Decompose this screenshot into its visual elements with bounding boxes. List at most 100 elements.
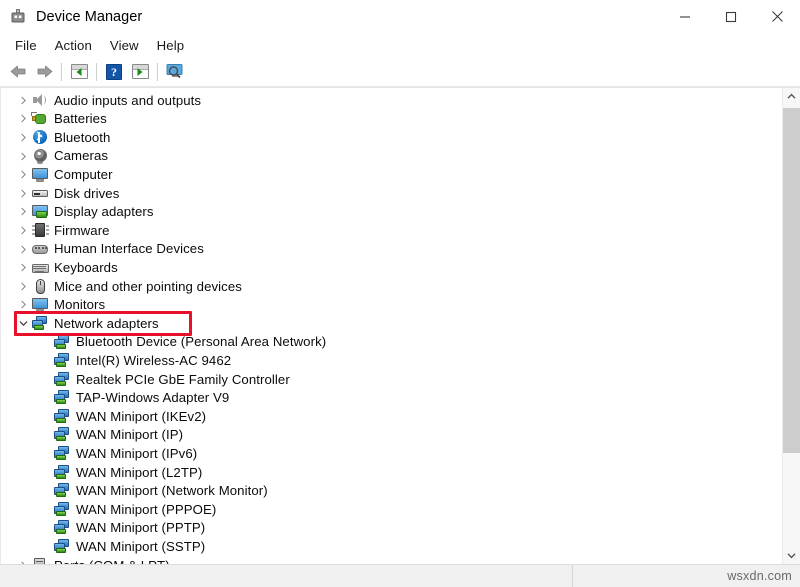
expand-chevron-icon[interactable] (15, 114, 31, 123)
tree-item-wan-miniport-ikev2[interactable]: WAN Miniport (IKEv2) (1, 407, 782, 426)
title-bar: Device Manager (0, 0, 800, 33)
tree-item-label: WAN Miniport (PPPOE) (76, 503, 216, 516)
maximize-button[interactable] (708, 0, 754, 33)
device-tree[interactable]: Audio inputs and outputs Batteries Bluetoo… (0, 88, 782, 564)
up-one-level-button[interactable] (66, 60, 92, 84)
tree-item-batteries[interactable]: Batteries (1, 110, 782, 129)
tree-item-cameras[interactable]: Cameras (1, 147, 782, 166)
tree-item-wan-miniport-sstp[interactable]: WAN Miniport (SSTP) (1, 537, 782, 556)
display-adapter-icon (31, 204, 49, 220)
tree-item-wan-miniport-ipv6[interactable]: WAN Miniport (IPv6) (1, 444, 782, 463)
bluetooth-icon (31, 129, 49, 145)
expand-chevron-icon[interactable] (15, 133, 31, 142)
menu-action[interactable]: Action (46, 36, 101, 55)
menu-help[interactable]: Help (148, 36, 194, 55)
tree-item-audio-inputs-and-outputs[interactable]: Audio inputs and outputs (1, 91, 782, 110)
tree-item-realtek-pcie-gbe-family-controller[interactable]: Realtek PCIe GbE Family Controller (1, 370, 782, 389)
collapse-chevron-icon[interactable] (15, 320, 31, 327)
tree-item-label: Display adapters (54, 205, 154, 218)
close-button[interactable] (754, 0, 800, 33)
maximize-icon (725, 11, 737, 23)
scan-hardware-changes-button[interactable] (162, 60, 188, 84)
help-button[interactable]: ? (101, 60, 127, 84)
network-adapter-icon (53, 446, 71, 462)
expand-chevron-icon[interactable] (15, 245, 31, 254)
device-manager-icon (9, 8, 27, 26)
network-adapter-icon (53, 501, 71, 517)
up-level-icon (71, 64, 88, 79)
menu-view[interactable]: View (101, 36, 148, 55)
tree-item-bluetooth[interactable]: Bluetooth (1, 128, 782, 147)
expand-chevron-icon[interactable] (15, 226, 31, 235)
tree-item-label: Human Interface Devices (54, 242, 204, 255)
network-adapter-icon (31, 315, 49, 331)
tree-item-intel-r-wireless-ac-9462[interactable]: Intel(R) Wireless-AC 9462 (1, 351, 782, 370)
tree-item-label: WAN Miniport (PPTP) (76, 521, 205, 534)
toolbar-separator (61, 63, 62, 81)
scrollbar-thumb[interactable] (783, 108, 800, 453)
tree-item-label: Firmware (54, 224, 110, 237)
tree-item-human-interface-devices[interactable]: Human Interface Devices (1, 240, 782, 259)
content-area: Audio inputs and outputs Batteries Bluetoo… (0, 87, 800, 564)
tree-item-label: Bluetooth (54, 131, 110, 144)
scroll-up-button[interactable] (783, 88, 800, 105)
tree-item-mice-and-other-pointing-devices[interactable]: Mice and other pointing devices (1, 277, 782, 296)
tree-item-network-adapters[interactable]: Network adapters (1, 314, 782, 333)
tree-item-wan-miniport-pppoe[interactable]: WAN Miniport (PPPOE) (1, 500, 782, 519)
tree-item-label: Realtek PCIe GbE Family Controller (76, 373, 290, 386)
tree-item-disk-drives[interactable]: Disk drives (1, 184, 782, 203)
status-bar: wsxdn.com (0, 564, 800, 587)
toolbar: ? (0, 57, 800, 87)
tree-item-wan-miniport-l2tp[interactable]: WAN Miniport (L2TP) (1, 463, 782, 482)
vertical-scrollbar[interactable] (782, 88, 800, 564)
monitor-icon (31, 297, 49, 313)
tree-item-label: Batteries (54, 112, 107, 125)
tree-item-label: WAN Miniport (IKEv2) (76, 410, 206, 423)
tree-item-computer[interactable]: Computer (1, 165, 782, 184)
tree-item-monitors[interactable]: Monitors (1, 296, 782, 315)
tree-item-label: Bluetooth Device (Personal Area Network) (76, 335, 326, 348)
tree-item-label: Intel(R) Wireless-AC 9462 (76, 354, 231, 367)
expand-chevron-icon[interactable] (15, 96, 31, 105)
tree-item-wan-miniport-ip[interactable]: WAN Miniport (IP) (1, 426, 782, 445)
minimize-button[interactable] (662, 0, 708, 33)
back-button[interactable] (5, 60, 31, 84)
tree-item-display-adapters[interactable]: Display adapters (1, 203, 782, 222)
tree-item-ports-com-lpt[interactable]: Ports (COM & LPT) (1, 556, 782, 564)
tree-item-wan-miniport-network-monitor[interactable]: WAN Miniport (Network Monitor) (1, 481, 782, 500)
tree-item-keyboards[interactable]: Keyboards (1, 258, 782, 277)
expand-chevron-icon[interactable] (15, 300, 31, 309)
window-title: Device Manager (36, 9, 142, 25)
network-adapter-icon (53, 539, 71, 555)
scrollbar-track[interactable] (783, 105, 800, 547)
tree-item-label: Network adapters (54, 317, 159, 330)
back-arrow-icon (9, 64, 28, 79)
status-pane-main (0, 565, 573, 587)
menu-file[interactable]: File (6, 36, 46, 55)
minimize-icon (679, 11, 691, 23)
properties-button[interactable] (127, 60, 153, 84)
network-adapter-icon (53, 353, 71, 369)
expand-chevron-icon[interactable] (15, 152, 31, 161)
forward-button[interactable] (31, 60, 57, 84)
expand-chevron-icon[interactable] (15, 263, 31, 272)
tree-item-label: Cameras (54, 149, 108, 162)
network-adapter-icon (53, 408, 71, 424)
tree-item-wan-miniport-pptp[interactable]: WAN Miniport (PPTP) (1, 519, 782, 538)
tree-item-label: Audio inputs and outputs (54, 94, 201, 107)
expand-chevron-icon[interactable] (15, 189, 31, 198)
tree-item-tap-windows-adapter-v9[interactable]: TAP-Windows Adapter V9 (1, 389, 782, 408)
expand-chevron-icon[interactable] (15, 170, 31, 179)
network-adapter-icon (53, 464, 71, 480)
tree-item-firmware[interactable]: Firmware (1, 221, 782, 240)
tree-item-bluetooth-device-personal-area-network[interactable]: Bluetooth Device (Personal Area Network) (1, 333, 782, 352)
chevron-down-icon (787, 552, 796, 559)
expand-chevron-icon[interactable] (15, 282, 31, 291)
expand-chevron-icon[interactable] (15, 207, 31, 216)
network-adapter-icon (53, 483, 71, 499)
menu-bar: File Action View Help (0, 33, 800, 57)
scroll-down-button[interactable] (783, 547, 800, 564)
camera-icon (31, 148, 49, 164)
mouse-icon (31, 278, 49, 294)
properties-icon (132, 64, 149, 79)
